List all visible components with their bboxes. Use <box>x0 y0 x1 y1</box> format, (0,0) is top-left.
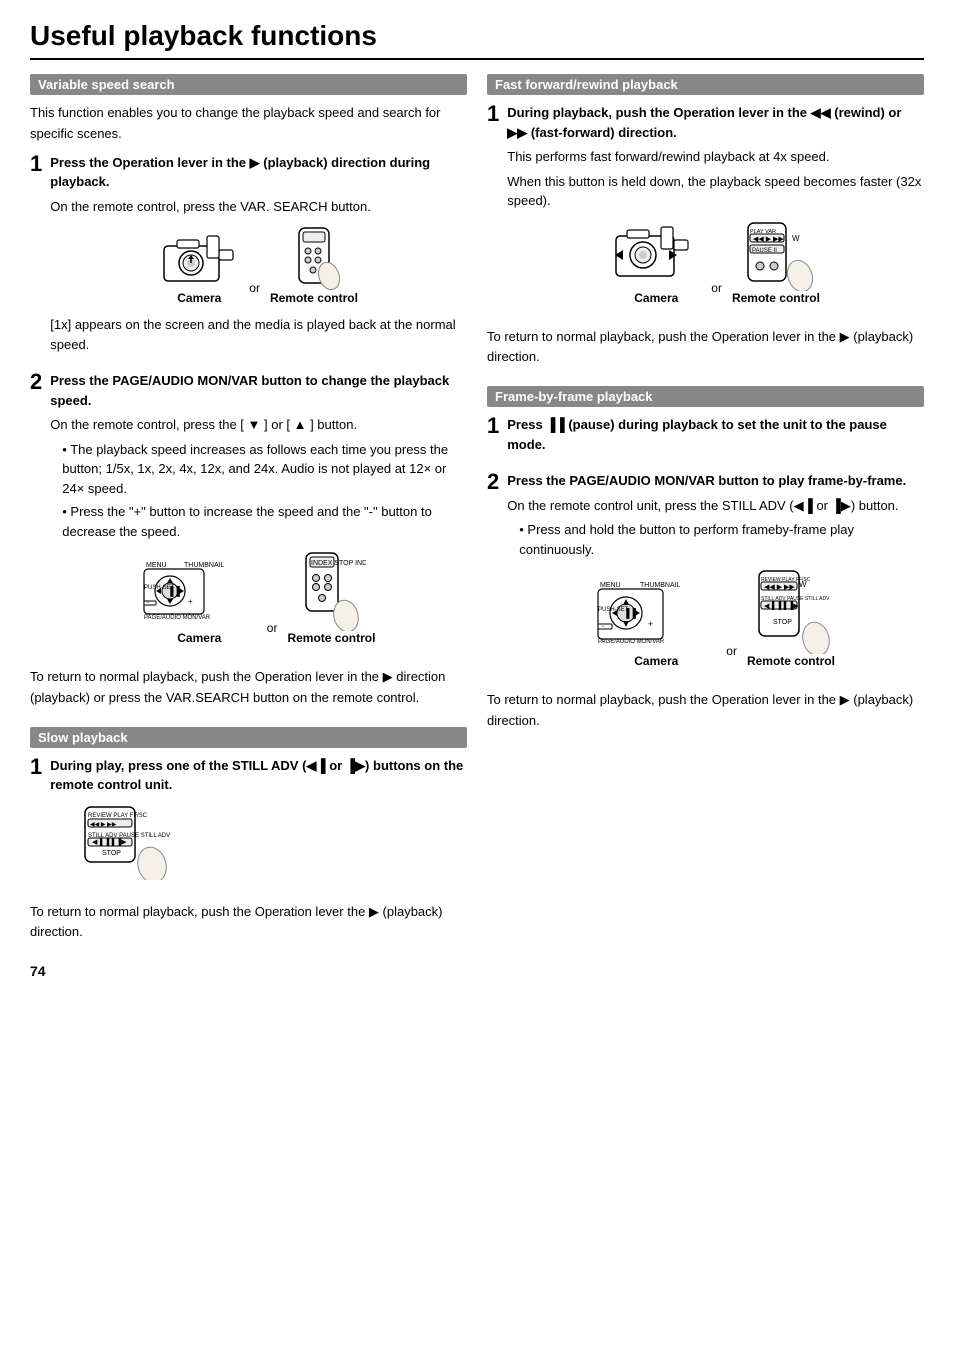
remote-ff-icon: PLAY VAR ◀◀ ▶ ▶▶ PAUSE II W <box>738 221 813 291</box>
camera-label-2: Camera <box>177 631 221 645</box>
section-variable-speed: Variable speed search This function enab… <box>30 74 467 709</box>
svg-text:PAUSE II: PAUSE II <box>752 248 777 254</box>
step-2-detail1: On the remote control, press the [ ▼ ] o… <box>50 415 467 435</box>
svg-text:◀▐ ▐▐ ▐▶: ◀▐ ▐▐ ▐▶ <box>764 601 799 611</box>
step-ff-1-detail2: When this button is held down, the playb… <box>507 172 924 211</box>
step-1-images: Camera or <box>50 226 467 305</box>
step-2-images: MENU THUMBNAIL <box>50 551 467 645</box>
svg-text:+: + <box>188 597 193 606</box>
or-text-1: or <box>249 281 260 295</box>
or-text-ff: or <box>711 281 722 295</box>
step-1-detail1: On the remote control, press the VAR. SE… <box>50 197 467 217</box>
fbf-bullet-1: Press and hold the button to perform fra… <box>519 520 924 559</box>
camera-ff-icon <box>611 221 701 291</box>
section-header-variable-speed: Variable speed search <box>30 74 467 95</box>
step-num-fbf-2: 2 <box>487 471 499 493</box>
section-slow-playback: Slow playback 1 During play, press one o… <box>30 727 467 944</box>
right-column: Fast forward/rewind playback 1 During pl… <box>487 74 924 979</box>
remote-icon-2: INDEX STOP INDEX <box>296 551 366 631</box>
variable-speed-footer: To return to normal playback, push the O… <box>30 667 467 709</box>
step-1-slow: 1 During play, press one of the STILL AD… <box>30 756 467 890</box>
step-fbf-2-detail1: On the remote control unit, press the ST… <box>507 496 924 516</box>
remote-label-ff: Remote control <box>732 291 820 305</box>
remote-label-1: Remote control <box>270 291 358 305</box>
step-ff-1-title: During playback, push the Operation leve… <box>507 103 924 142</box>
svg-text:STOP: STOP <box>773 619 792 626</box>
step-fbf-1-title: Press ▐▐ (pause) during playback to set … <box>507 415 924 454</box>
ff-footer: To return to normal playback, push the O… <box>487 327 924 369</box>
remote-fbf-icon: REVIEW PLAY FF/SC ◀◀ ▶ ▶▶ STILL ADV PAUS… <box>751 569 831 654</box>
svg-text:−: − <box>146 600 150 606</box>
svg-text:REVIEW PLAY FF/SC: REVIEW PLAY FF/SC <box>88 813 148 819</box>
slow-playback-image: REVIEW PLAY FF/SC ◀◀ ▶ ▶▶ STILL ADV PAUS… <box>50 805 467 880</box>
step-1-variable: 1 Press the Operation lever in the ▶ (pl… <box>30 153 467 360</box>
step-num-2: 2 <box>30 371 42 393</box>
slow-playback-footer: To return to normal playback, push the O… <box>30 902 467 944</box>
or-text-2: or <box>267 621 278 635</box>
section-frame-by-frame: Frame-by-frame playback 1 Press ▐▐ (paus… <box>487 386 924 732</box>
svg-text:+: + <box>648 619 653 629</box>
step-2-variable: 2 Press the PAGE/AUDIO MON/VAR button to… <box>30 371 467 655</box>
svg-text:◀▐ ▐▐ ▐▶: ◀▐ ▐▐ ▐▶ <box>92 837 127 847</box>
bullet-1: The playback speed increases as follows … <box>62 440 467 499</box>
svg-text:MENU: MENU <box>600 582 621 589</box>
ff-images: Camera or PLAY VAR ◀◀ ▶ ▶▶ PAUSE II <box>507 221 924 305</box>
remote-slow-icon: REVIEW PLAY FF/SC ◀◀ ▶ ▶▶ STILL ADV PAUS… <box>80 805 170 880</box>
fbf-images: MENU THUMBNAIL ▐▐ PUSH-SET <box>507 569 924 668</box>
svg-text:W: W <box>792 234 800 243</box>
step-2-fbf: 2 Press the PAGE/AUDIO MON/VAR button to… <box>487 471 924 678</box>
camera-label-fbf: Camera <box>634 654 678 668</box>
section-header-fbf: Frame-by-frame playback <box>487 386 924 407</box>
svg-text:◀◀ ▶ ▶▶: ◀◀ ▶ ▶▶ <box>90 822 117 828</box>
or-text-fbf: or <box>726 644 737 658</box>
svg-text:◀◀ ▶ ▶▶: ◀◀ ▶ ▶▶ <box>753 236 784 243</box>
svg-text:PUSH-SET: PUSH-SET <box>598 607 629 613</box>
step-1-title: Press the Operation lever in the ▶ (play… <box>50 153 467 192</box>
page-title: Useful playback functions <box>30 20 924 60</box>
remote-label-fbf: Remote control <box>747 654 835 668</box>
step-slow-1-title: During play, press one of the STILL ADV … <box>50 756 467 795</box>
section-header-ff: Fast forward/rewind playback <box>487 74 924 95</box>
camera-controls-icon: MENU THUMBNAIL <box>142 551 257 631</box>
svg-text:STOP: STOP <box>102 850 121 857</box>
left-column: Variable speed search This function enab… <box>30 74 467 979</box>
fbf-bullets: Press and hold the button to perform fra… <box>507 520 924 559</box>
svg-text:W: W <box>799 580 807 589</box>
step-2-bullets: The playback speed increases as follows … <box>50 440 467 542</box>
camera-icon-1 <box>159 226 239 291</box>
bullet-2: Press the "+" button to increase the spe… <box>62 502 467 541</box>
step-1-detail2: [1x] appears on the screen and the media… <box>50 315 467 354</box>
remote-icon-1 <box>281 226 346 291</box>
step-2-title: Press the PAGE/AUDIO MON/VAR button to c… <box>50 371 467 410</box>
camera-fbf-icon: MENU THUMBNAIL ▐▐ PUSH-SET <box>596 569 716 654</box>
svg-text:◀◀ ▶ ▶▶: ◀◀ ▶ ▶▶ <box>764 584 795 591</box>
section-fast-forward: Fast forward/rewind playback 1 During pl… <box>487 74 924 368</box>
step-1-ff: 1 During playback, push the Operation le… <box>487 103 924 315</box>
step-ff-1-detail1: This performs fast forward/rewind playba… <box>507 147 924 167</box>
remote-label-2: Remote control <box>287 631 375 645</box>
fbf-footer: To return to normal playback, push the O… <box>487 690 924 732</box>
camera-label-1: Camera <box>177 291 221 305</box>
svg-text:PAGE/AUDIO MON/VAR: PAGE/AUDIO MON/VAR <box>598 639 665 645</box>
svg-text:INDEX STOP INDEX: INDEX STOP INDEX <box>311 560 366 567</box>
section-intro: This function enables you to change the … <box>30 103 467 145</box>
camera-label-ff: Camera <box>634 291 678 305</box>
section-header-slow: Slow playback <box>30 727 467 748</box>
svg-text:PAGE/AUDIO MON/VAR: PAGE/AUDIO MON/VAR <box>144 615 211 621</box>
step-num-ff-1: 1 <box>487 103 499 125</box>
svg-text:THUMBNAIL: THUMBNAIL <box>184 562 225 569</box>
page-number: 74 <box>30 963 467 979</box>
step-1-fbf: 1 Press ▐▐ (pause) during playback to se… <box>487 415 924 459</box>
step-num-slow-1: 1 <box>30 756 42 778</box>
step-fbf-2-title: Press the PAGE/AUDIO MON/VAR button to p… <box>507 471 924 491</box>
svg-text:−: − <box>601 624 605 630</box>
svg-text:MENU: MENU <box>146 562 167 569</box>
svg-text:THUMBNAIL: THUMBNAIL <box>640 582 681 589</box>
step-num-fbf-1: 1 <box>487 415 499 437</box>
svg-text:PUSH-SET: PUSH-SET <box>144 585 175 591</box>
step-num-1: 1 <box>30 153 42 175</box>
